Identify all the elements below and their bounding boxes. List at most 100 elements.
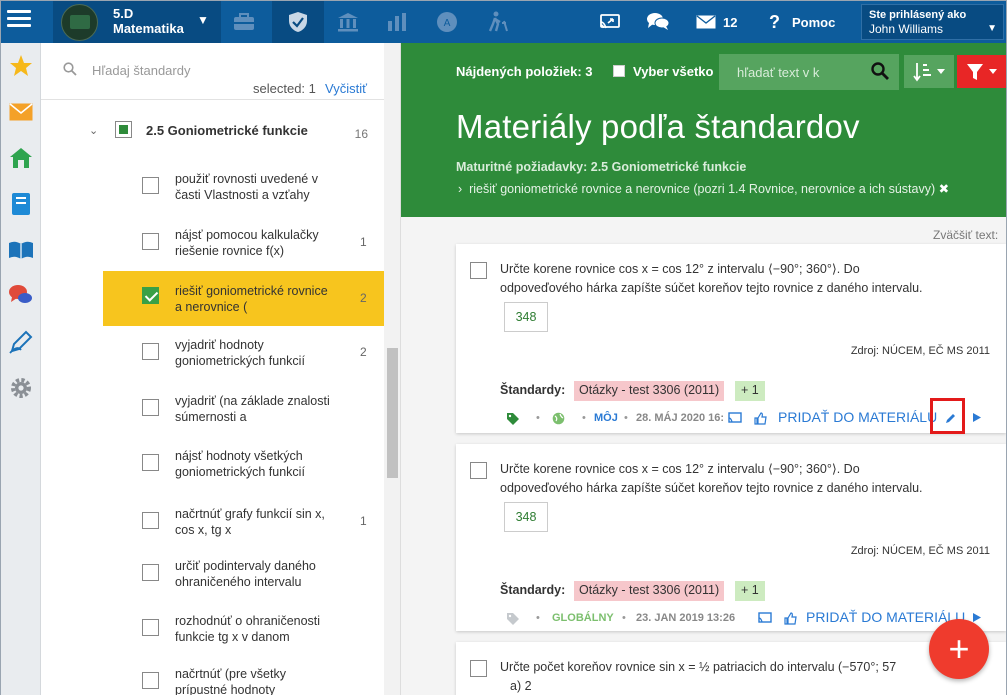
question-line: odpoveďového hárka zapíšte súčet koreňov… — [500, 281, 923, 295]
standard-item[interactable]: použiť rovnosti uvedené v časti Vlastnos… — [103, 169, 384, 224]
tag-icon[interactable] — [506, 412, 520, 429]
thumbs-up-icon[interactable] — [754, 412, 767, 428]
more-standards-badge[interactable]: + 1 — [735, 581, 765, 601]
highlighted-edit-button[interactable] — [930, 398, 965, 434]
star-icon[interactable] — [8, 53, 34, 79]
standard-item[interactable]: vyjadriť hodnoty goniometrických funkcií… — [103, 335, 384, 390]
separator-dot: • — [536, 412, 540, 424]
source-text: Zdroj: NÚCEM, EČ MS 2011 — [850, 545, 990, 557]
question-icon[interactable]: ? — [769, 1, 780, 43]
source-text: Zdroj: NÚCEM, EČ MS 2011 — [850, 345, 990, 357]
notebook-icon[interactable] — [8, 191, 34, 217]
pen-icon[interactable] — [8, 329, 34, 355]
sort-button[interactable] — [904, 55, 954, 88]
add-to-material-button[interactable]: PRIDAŤ DO MATERIÁLU — [806, 609, 965, 625]
page-header: Nájdených položiek: 3 Vyber všetko hľada… — [401, 43, 1006, 217]
standard-tag[interactable]: Otázky - test 3306 (2011) — [574, 381, 725, 401]
standards-search-input[interactable]: Hľadaj štandardy — [92, 63, 190, 78]
standard-checkbox[interactable] — [142, 512, 159, 529]
scope-label: GLOBÁLNY — [552, 612, 614, 624]
date-text: 23. JAN 2019 13:26 — [636, 612, 736, 624]
gear-icon[interactable] — [8, 375, 34, 401]
standard-item-label: vyjadriť (na základe znalosti súmernosti… — [175, 394, 330, 424]
screen-share-icon[interactable] — [758, 612, 772, 627]
card-checkbox[interactable] — [470, 660, 487, 677]
standard-item[interactable]: určiť podintervaly daného ohraničeného i… — [103, 556, 384, 611]
standard-checkbox[interactable] — [142, 177, 159, 194]
group-checkbox[interactable] — [115, 121, 132, 138]
filter-text: riešiť goniometrické rovnice a nerovnice… — [469, 182, 936, 196]
divider — [41, 99, 400, 100]
page-subtitle: Maturitné požiadavky: 2.5 Goniometrické … — [456, 160, 747, 174]
standard-checkbox[interactable] — [142, 672, 159, 689]
add-to-material-button[interactable]: PRIDAŤ DO MATERIÁLU — [778, 409, 937, 425]
user-menu[interactable]: Ste prihlásený ako John Williams ▼ — [861, 4, 1004, 40]
close-icon[interactable]: ✖ — [939, 182, 949, 196]
select-all-checkbox[interactable] — [613, 65, 625, 77]
mail-icon[interactable] — [693, 1, 719, 43]
clear-selection-link[interactable]: Vyčistiť — [325, 81, 367, 96]
bar-chart-icon[interactable] — [378, 1, 416, 43]
standard-item[interactable]: načrtnúť grafy funkcií sin x, cos x, tg … — [103, 504, 384, 559]
select-all-label[interactable]: Vyber všetko — [633, 64, 713, 79]
standard-item[interactable]: rozhodnúť o ohraničenosti funkcie tg x v… — [103, 611, 384, 666]
badge-icon[interactable]: A — [427, 1, 467, 43]
standard-checkbox[interactable] — [142, 233, 159, 250]
filter-button[interactable] — [957, 55, 1006, 88]
standard-checkbox-checked[interactable] — [142, 287, 159, 304]
standard-item-count: 1 — [360, 235, 367, 249]
institution-icon[interactable] — [329, 1, 367, 43]
chevron-right-icon: › — [458, 182, 470, 196]
class-selector[interactable]: 5.D Matematika ▼ — [53, 1, 221, 43]
book-icon[interactable] — [8, 237, 34, 263]
standard-item[interactable]: načrtnúť (pre všetky prípustné hodnoty — [103, 664, 384, 695]
home-icon[interactable] — [8, 145, 34, 171]
chat-bubbles-icon[interactable] — [8, 283, 34, 309]
standard-item-label: vyjadriť hodnoty goniometrických funkcií — [175, 338, 305, 368]
menu-icon[interactable] — [7, 10, 31, 30]
class-avatar — [61, 4, 98, 41]
thumbs-up-icon[interactable] — [784, 612, 797, 628]
standards-label: Štandardy: — [500, 583, 566, 597]
card-checkbox[interactable] — [470, 262, 487, 279]
standard-item-selected[interactable]: riešiť goniometrické rovnice a nerovnice… — [103, 271, 384, 326]
standard-checkbox[interactable] — [142, 399, 159, 416]
class-subject: Matematika — [113, 21, 184, 36]
more-standards-badge[interactable]: + 1 — [735, 381, 765, 401]
chevron-down-icon[interactable]: ⌄ — [89, 124, 98, 137]
zoom-text-label[interactable]: Zväčšiť text: — [933, 228, 998, 242]
walking-icon[interactable] — [478, 1, 518, 43]
screen-share-icon[interactable] — [595, 1, 625, 43]
standard-checkbox[interactable] — [142, 454, 159, 471]
tag-icon[interactable] — [506, 612, 520, 629]
question-line: Určte korene rovnice cos x = cos 12° z i… — [500, 262, 860, 276]
search-icon[interactable] — [871, 62, 889, 83]
standard-checkbox[interactable] — [142, 564, 159, 581]
standard-tag[interactable]: Otázky - test 3306 (2011) — [574, 581, 725, 601]
standard-item[interactable]: nájsť hodnoty všetkých goniometrických f… — [103, 446, 384, 501]
screen-share-icon[interactable] — [728, 412, 742, 427]
standard-item-label: nájsť hodnoty všetkých goniometrických f… — [175, 449, 305, 479]
standard-item[interactable]: vyjadriť (na základe znalosti súmernosti… — [103, 391, 384, 446]
add-fab-button[interactable]: + — [929, 619, 989, 679]
standard-group[interactable]: ⌄ 2.5 Goniometrické funkcie 16 — [41, 115, 386, 149]
user-label: Ste prihlásený ako — [869, 9, 967, 21]
material-card: Určte korene rovnice cos x = cos 12° z i… — [456, 244, 1006, 433]
chat-icon[interactable] — [643, 1, 673, 43]
briefcase-icon[interactable] — [223, 1, 265, 43]
question-line: a) 2 — [510, 679, 532, 693]
notifications-count[interactable]: 12 — [723, 1, 737, 43]
mail-icon[interactable] — [8, 99, 34, 125]
standard-checkbox[interactable] — [142, 343, 159, 360]
standard-checkbox[interactable] — [142, 619, 159, 636]
separator-dot: • — [624, 412, 628, 424]
play-icon[interactable] — [972, 412, 982, 426]
search-placeholder: hľadať text v k — [737, 65, 820, 80]
sidebar-scrollbar[interactable] — [384, 43, 400, 695]
scrollbar-thumb[interactable] — [387, 348, 398, 478]
card-checkbox[interactable] — [470, 462, 487, 479]
answer-box: 348 — [504, 502, 548, 532]
question-text: Určte počet koreňov rovnice sin x = ½ pa… — [500, 658, 995, 695]
shield-icon[interactable] — [272, 1, 324, 43]
help-link[interactable]: Pomoc — [792, 1, 835, 43]
